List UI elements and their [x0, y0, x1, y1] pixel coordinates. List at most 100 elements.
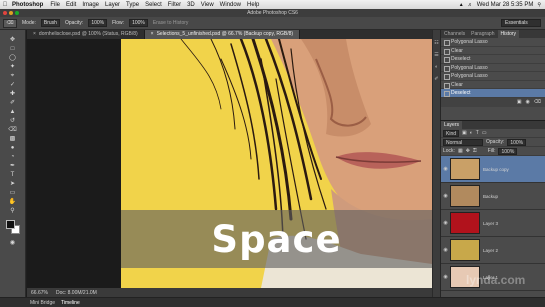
filter-type-icon[interactable]: T	[476, 130, 479, 136]
apple-icon[interactable]: 	[0, 2, 10, 8]
blend-mode-select[interactable]: Normal	[443, 138, 483, 146]
blur-tool-icon[interactable]: ●	[6, 144, 20, 152]
workspace-select[interactable]: Essentials	[501, 19, 541, 27]
mode-select[interactable]: Brush	[40, 19, 60, 27]
path-select-tool-icon[interactable]: ➤	[6, 180, 20, 188]
zoom-level[interactable]: 66.67%	[31, 290, 48, 296]
layer-name[interactable]: Backup	[483, 194, 498, 199]
wifi-icon[interactable]: ▲	[459, 2, 464, 8]
zoom-tool-icon[interactable]: ⚲	[6, 207, 20, 215]
crop-tool-icon[interactable]: ⌖	[6, 72, 20, 80]
filter-adjust-icon[interactable]: ◐	[470, 130, 473, 136]
dodge-tool-icon[interactable]: ◔	[6, 153, 20, 161]
doc-tab-2[interactable]: × Selections_5_unfinished.psd @ 66.7% (Ba…	[144, 30, 301, 39]
minimize-icon[interactable]	[9, 11, 13, 15]
menubar-clock[interactable]: Wed Mar 28 5:35 PM	[477, 2, 534, 8]
trash-icon[interactable]: ⌫	[534, 99, 541, 105]
properties-icon[interactable]: ☰	[434, 52, 438, 58]
menu-image[interactable]: Image	[79, 2, 102, 8]
menu-type[interactable]: Type	[123, 2, 142, 8]
history-item[interactable]: Polygonal Lasso	[441, 72, 545, 81]
zoom-icon[interactable]	[15, 11, 19, 15]
visibility-eye-icon[interactable]: ◉	[441, 247, 450, 253]
lock-pixels-icon[interactable]: ▦	[458, 148, 463, 154]
foreground-color[interactable]	[5, 220, 15, 229]
eraser-tool-icon[interactable]: ⌫	[3, 18, 17, 28]
new-snapshot-icon[interactable]: ▣	[517, 99, 522, 105]
type-tool-icon[interactable]: T	[6, 171, 20, 179]
layer-name[interactable]: Backup copy	[483, 167, 509, 172]
tab-paragraph[interactable]: Paragraph	[468, 30, 497, 38]
history-item[interactable]: Clear	[441, 81, 545, 89]
brush-panel-icon[interactable]: ✐	[434, 76, 438, 82]
lock-position-icon[interactable]: ✥	[466, 148, 470, 154]
filter-shape-icon[interactable]: ▭	[482, 130, 487, 136]
history-item-selected[interactable]: Deselect	[441, 89, 545, 98]
marquee-tool-icon[interactable]: □	[6, 45, 20, 53]
tab-mini-bridge[interactable]: Mini Bridge	[30, 300, 55, 306]
shape-tool-icon[interactable]: ▭	[6, 189, 20, 197]
pen-tool-icon[interactable]: ✒	[6, 162, 20, 170]
lock-all-icon[interactable]: ⚿	[473, 148, 477, 154]
layer-row[interactable]: ◉ Layer 3	[441, 210, 545, 237]
history-item[interactable]: Deselect	[441, 55, 545, 64]
tab-channels[interactable]: Channels	[441, 30, 468, 38]
menu-file[interactable]: File	[47, 2, 63, 8]
menu-layer[interactable]: Layer	[102, 2, 123, 8]
close-tab-icon[interactable]: ×	[151, 31, 154, 37]
doc-size[interactable]: Doc: 8.00M/21.0M	[56, 290, 97, 296]
stamp-tool-icon[interactable]: ▲	[6, 108, 20, 116]
eraser-tool-icon[interactable]: ⌫	[6, 126, 20, 134]
watermark-logo: lynda.com	[466, 273, 525, 287]
healing-tool-icon[interactable]: ✚	[6, 90, 20, 98]
visibility-eye-icon[interactable]: ◉	[441, 274, 450, 280]
color-swatches[interactable]	[5, 220, 20, 234]
visibility-eye-icon[interactable]: ◉	[441, 166, 450, 172]
layer-row[interactable]: ◉ Backup	[441, 183, 545, 210]
close-icon[interactable]	[3, 11, 7, 15]
layer-kind-select[interactable]: Kind	[443, 129, 460, 137]
menu-filter[interactable]: Filter	[165, 2, 184, 8]
menu-window[interactable]: Window	[217, 2, 244, 8]
quick-select-tool-icon[interactable]: ✦	[6, 63, 20, 71]
eyedropper-tool-icon[interactable]: ✓	[6, 81, 20, 89]
tab-layers[interactable]: Layers	[441, 121, 463, 129]
visibility-eye-icon[interactable]: ◉	[441, 193, 450, 199]
menu-view[interactable]: View	[198, 2, 217, 8]
history-item[interactable]: Polygonal Lasso	[441, 38, 545, 47]
fill-field[interactable]: 100%	[498, 147, 518, 155]
layer-opacity-field[interactable]: 100%	[507, 138, 527, 146]
doc-tab-1[interactable]: × dornhelisclose.psd @ 100% (Status, RGB/…	[27, 30, 145, 39]
lasso-tool-icon[interactable]: ◯	[6, 54, 20, 62]
opacity-field[interactable]: 100%	[88, 19, 108, 27]
menu-select[interactable]: Select	[142, 2, 165, 8]
history-item[interactable]: Polygonal Lasso	[441, 64, 545, 72]
visibility-eye-icon[interactable]: ◉	[441, 220, 450, 226]
menu-3d[interactable]: 3D	[184, 2, 198, 8]
history-item[interactable]: Clear	[441, 47, 545, 55]
layer-row[interactable]: ◉ Layer 2	[441, 237, 545, 264]
flow-field[interactable]: 100%	[129, 19, 148, 27]
layer-name[interactable]: Layer 3	[483, 221, 498, 226]
volume-icon[interactable]: ♬	[468, 2, 473, 8]
layer-name[interactable]: Layer 2	[483, 248, 498, 253]
close-tab-icon[interactable]: ×	[33, 31, 36, 37]
adjustments-icon[interactable]: ◐	[435, 64, 438, 70]
history-icon[interactable]: ☷	[434, 40, 438, 46]
history-brush-tool-icon[interactable]: ↺	[6, 117, 20, 125]
filter-pixel-icon[interactable]: ▣	[462, 130, 467, 136]
menu-edit[interactable]: Edit	[63, 2, 79, 8]
layer-row[interactable]: ◉ Backup copy	[441, 156, 545, 183]
tab-timeline[interactable]: Timeline	[61, 300, 80, 306]
brush-tool-icon[interactable]: ✐	[6, 99, 20, 107]
erase-history-checkbox[interactable]: Erase to History	[153, 20, 189, 26]
quick-mask-icon[interactable]: ◉	[6, 239, 20, 247]
gradient-tool-icon[interactable]: ▩	[6, 135, 20, 143]
hand-tool-icon[interactable]: ✋	[6, 198, 20, 206]
move-tool-icon[interactable]: ✥	[6, 36, 20, 44]
tab-history[interactable]: History	[497, 30, 520, 38]
menu-help[interactable]: Help	[244, 2, 262, 8]
search-icon[interactable]: ⚲	[537, 2, 541, 8]
camera-icon[interactable]: ◉	[526, 99, 530, 105]
menu-app[interactable]: Photoshop	[10, 2, 47, 8]
